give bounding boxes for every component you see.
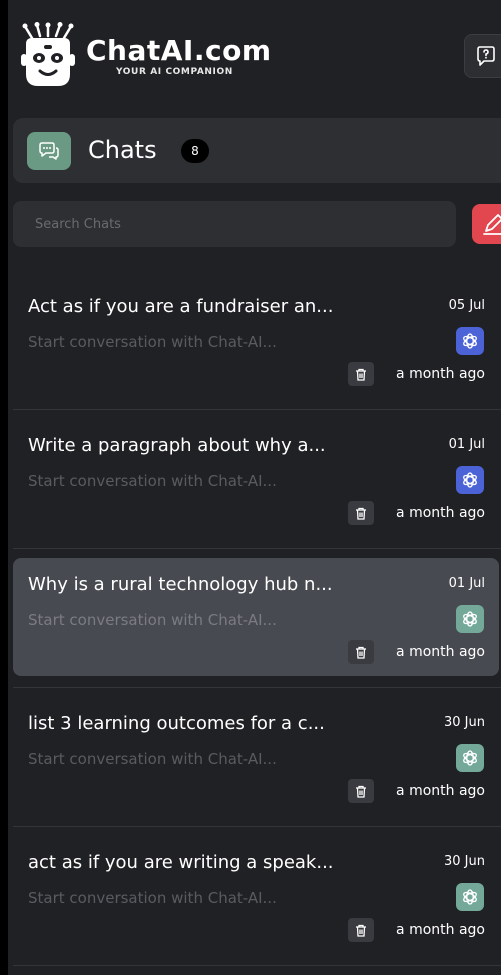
openai-icon (456, 327, 484, 355)
question-chat-icon (477, 46, 495, 66)
chat-divider (13, 687, 501, 688)
chat-subtitle: Start conversation with Chat-AI... (28, 889, 277, 907)
openai-icon (456, 466, 484, 494)
delete-chat-button[interactable] (348, 779, 374, 803)
chat-sidebar: ChatAI.com YOUR AI COMPANION Chats 8 Sea… (8, 0, 501, 975)
chat-title: list 3 learning outcomes for a c... (28, 713, 325, 734)
chat-date: 05 Jul (448, 298, 485, 313)
chat-time-ago: a month ago (396, 505, 485, 521)
search-chats-input[interactable] (13, 201, 456, 247)
chat-time-ago: a month ago (396, 644, 485, 660)
chat-title: Write a paragraph about why a... (28, 435, 326, 456)
chat-time-ago: a month ago (396, 922, 485, 938)
trash-icon (356, 507, 366, 520)
chats-bubble-icon (27, 132, 71, 170)
chat-subtitle: Start conversation with Chat-AI... (28, 611, 277, 629)
chat-date: 01 Jul (448, 576, 485, 591)
openai-icon (456, 744, 484, 772)
help-button[interactable] (464, 34, 501, 78)
chat-subtitle: Start conversation with Chat-AI... (28, 750, 277, 768)
chat-divider (13, 965, 501, 966)
chat-list-item[interactable]: Act as if you are a fundraiser an... 05 … (13, 280, 499, 398)
delete-chat-button[interactable] (348, 362, 374, 386)
chat-divider (13, 548, 501, 549)
new-chat-button[interactable] (472, 204, 501, 244)
chat-time-ago: a month ago (396, 366, 485, 382)
delete-chat-button[interactable] (348, 501, 374, 525)
chat-date: 30 Jun (444, 715, 485, 730)
chat-divider (13, 826, 501, 827)
brand-tagline: YOUR AI COMPANION (116, 67, 233, 77)
delete-chat-button[interactable] (348, 640, 374, 664)
openai-icon (456, 883, 484, 911)
pencil-icon (483, 214, 501, 235)
chat-divider (13, 409, 501, 410)
chat-date: 01 Jul (448, 437, 485, 452)
brand-name: ChatAI.com (86, 34, 272, 67)
chat-time-ago: a month ago (396, 783, 485, 799)
chat-subtitle: Start conversation with Chat-AI... (28, 472, 277, 490)
chat-title: Act as if you are a fundraiser an... (28, 296, 334, 317)
chat-subtitle: Start conversation with Chat-AI... (28, 333, 277, 351)
chat-list-item[interactable]: Write a paragraph about why a... 01 Jul … (13, 419, 499, 537)
chats-title: Chats (88, 136, 157, 164)
trash-icon (356, 368, 366, 381)
trash-icon (356, 785, 366, 798)
robot-logo-icon (21, 22, 75, 86)
trash-icon (356, 646, 366, 659)
chat-list-item[interactable]: act as if you are writing a speak... 30 … (13, 836, 499, 954)
chats-header: Chats 8 (13, 118, 501, 183)
trash-icon (356, 924, 366, 937)
chat-date: 30 Jun (444, 854, 485, 869)
brand[interactable]: ChatAI.com YOUR AI COMPANION (20, 22, 272, 92)
openai-icon (456, 605, 484, 633)
chat-list-item[interactable]: Why is a rural technology hub n... 01 Ju… (13, 558, 499, 676)
chats-count-badge: 8 (181, 139, 209, 163)
chat-list-item[interactable]: list 3 learning outcomes for a c... 30 J… (13, 697, 499, 815)
chat-title: act as if you are writing a speak... (28, 852, 334, 873)
chat-title: Why is a rural technology hub n... (28, 574, 333, 595)
delete-chat-button[interactable] (348, 918, 374, 942)
